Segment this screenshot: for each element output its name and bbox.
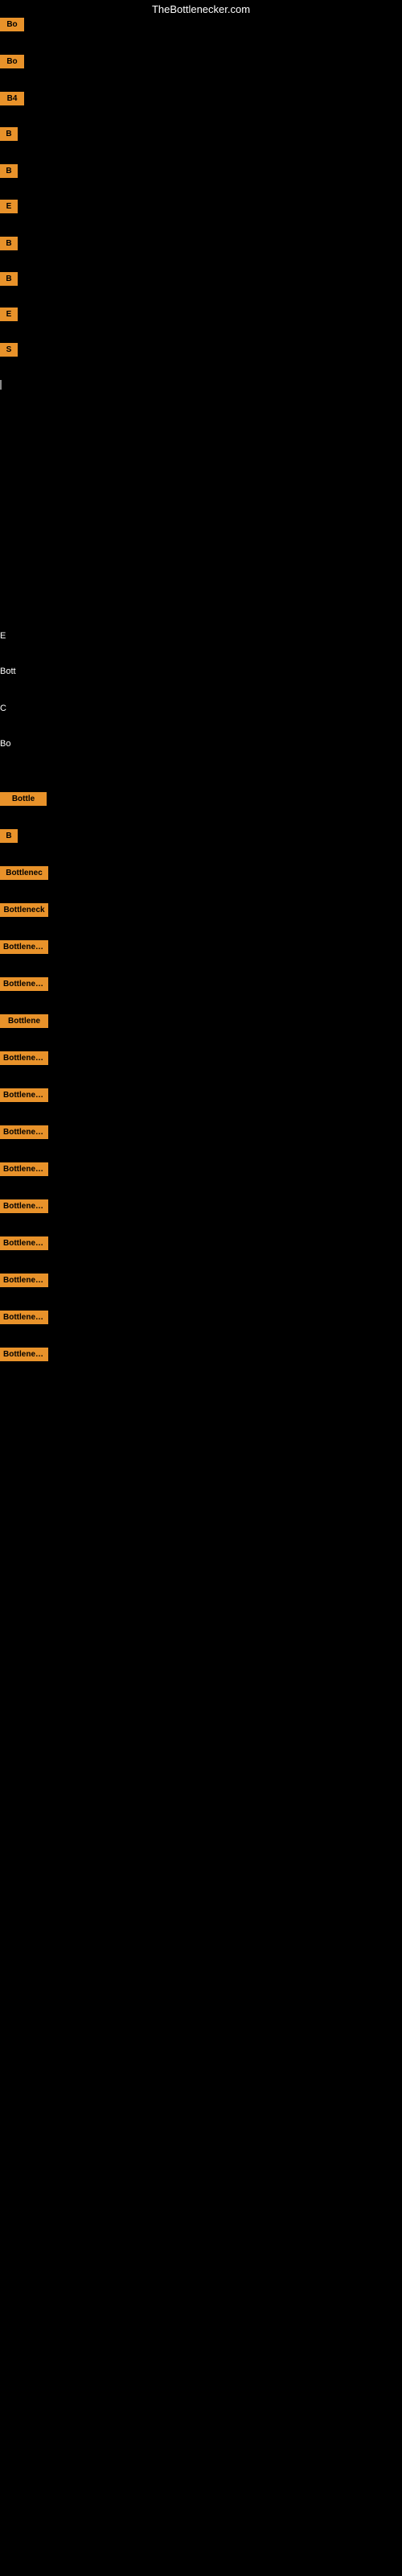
result-button-bbtn3[interactable]: Bottlenec [0, 866, 48, 880]
result-button-bbtn12[interactable]: Bottleneck resu [0, 1199, 48, 1213]
nav-button-btn5[interactable]: B [0, 164, 18, 178]
result-button-bbtn4[interactable]: Bottleneck [0, 903, 48, 917]
result-button-bbtn10[interactable]: Bottleneck res [0, 1125, 48, 1139]
divider-div1 [0, 380, 2, 390]
label-lbl2: Bott [0, 667, 16, 676]
nav-button-btn7[interactable]: B [0, 237, 18, 250]
label-lbl4: Bo [0, 739, 10, 749]
nav-button-btn3[interactable]: B4 [0, 92, 24, 105]
label-lbl3: C [0, 704, 6, 713]
result-button-bbtn8[interactable]: Bottleneck re [0, 1051, 48, 1065]
result-button-bbtn14[interactable]: Bottleneck resul [0, 1274, 48, 1287]
result-button-bbtn11[interactable]: Bottleneck resu [0, 1162, 48, 1176]
nav-button-btn2[interactable]: Bo [0, 55, 24, 68]
site-title: TheBottlenecker.com [152, 3, 250, 15]
result-button-bbtn5[interactable]: Bottleneck re [0, 940, 48, 954]
result-button-bbtn2[interactable]: B [0, 829, 18, 843]
nav-button-btn10[interactable]: S [0, 343, 18, 357]
nav-button-btn6[interactable]: E [0, 200, 18, 213]
nav-button-btn4[interactable]: B [0, 127, 18, 141]
result-button-bbtn15[interactable]: Bottleneck result [0, 1311, 48, 1324]
nav-button-btn8[interactable]: B [0, 272, 18, 286]
result-button-bbtn13[interactable]: Bottleneck resul [0, 1236, 48, 1250]
result-button-bbtn6[interactable]: Bottleneck d [0, 977, 48, 991]
result-button-bbtn16[interactable]: Bottleneck re [0, 1348, 48, 1361]
result-button-bbtn9[interactable]: Bottleneck res [0, 1088, 48, 1102]
label-lbl1: E [0, 631, 6, 641]
nav-button-btn9[interactable]: E [0, 308, 18, 321]
nav-button-btn1[interactable]: Bo [0, 18, 24, 31]
result-button-bbtn7[interactable]: Bottlene [0, 1014, 48, 1028]
result-button-bbtn1[interactable]: Bottle [0, 792, 47, 806]
